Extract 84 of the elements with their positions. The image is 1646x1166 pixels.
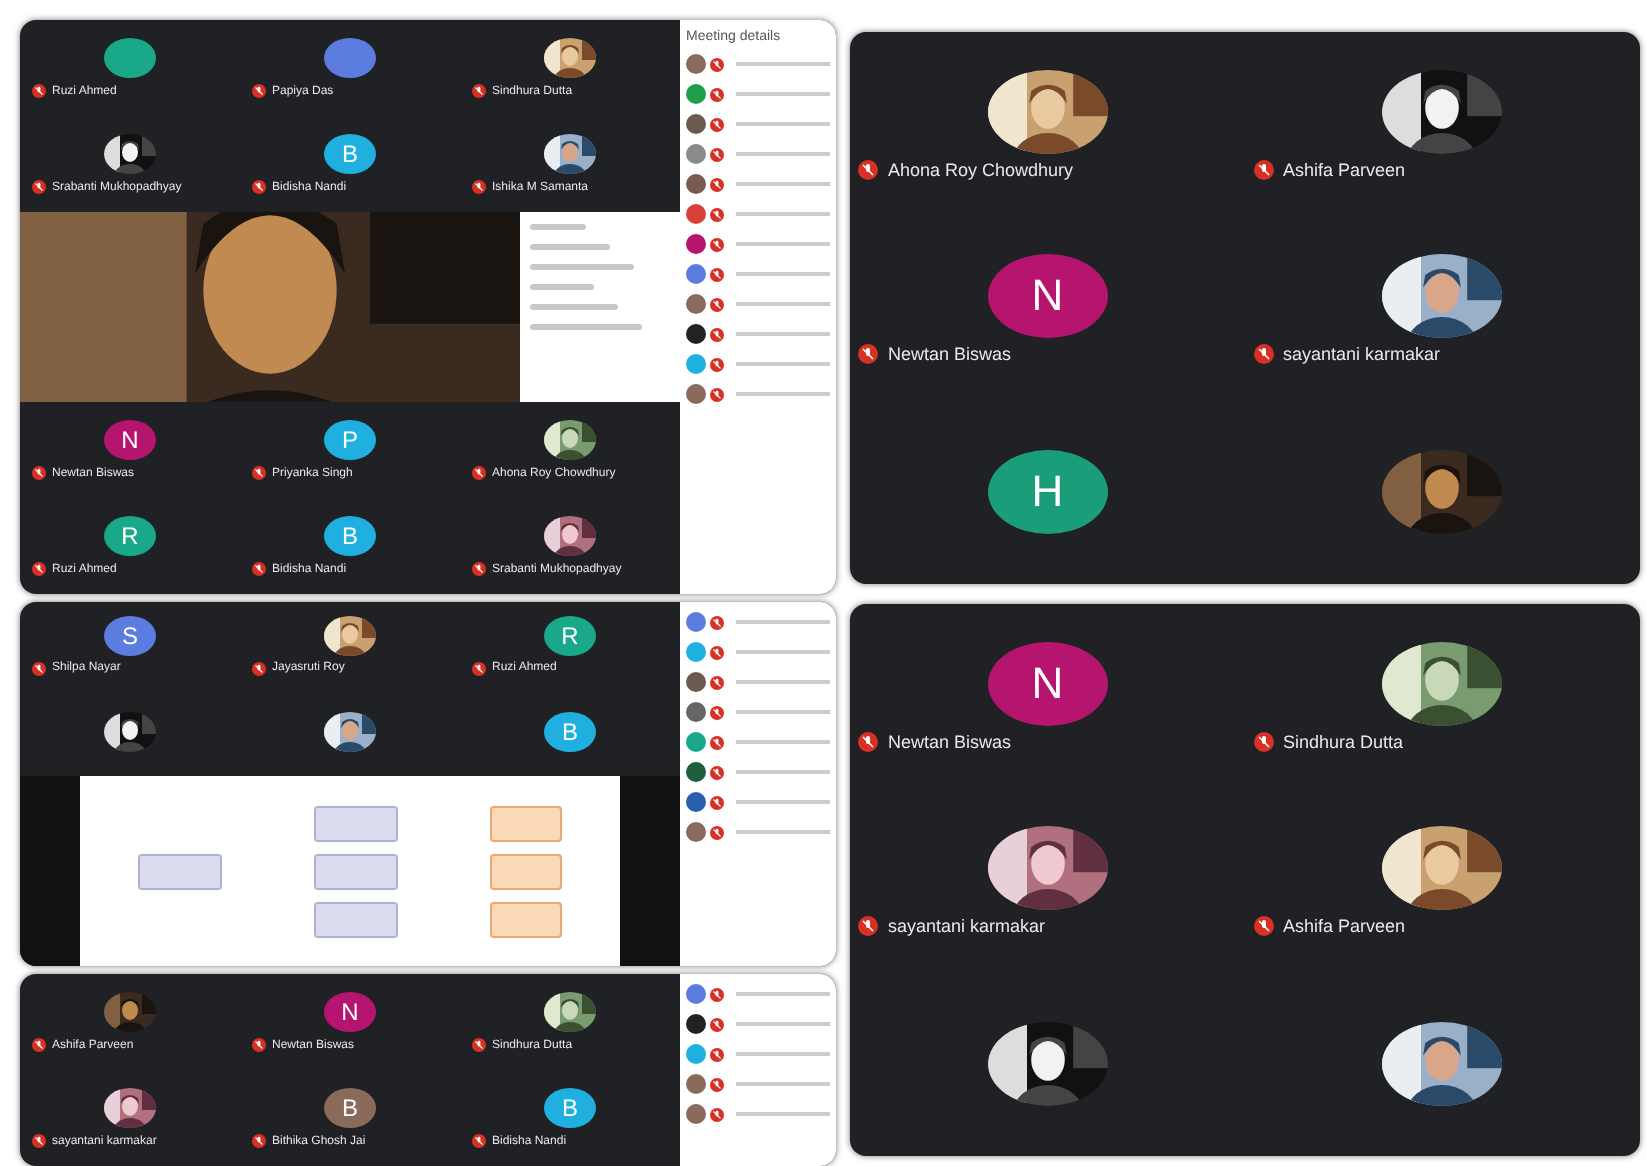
avatar: B xyxy=(324,134,376,174)
muted-mic-icon xyxy=(710,147,724,161)
participant-row[interactable] xyxy=(686,114,830,134)
muted-mic-icon xyxy=(252,661,266,676)
participant-name: Newtan Biswas xyxy=(888,731,1012,751)
avatar: R xyxy=(544,615,596,656)
avatar: R xyxy=(104,516,156,556)
participant-row[interactable] xyxy=(686,174,830,194)
participant-name: Newtan Biswas xyxy=(888,343,1012,363)
muted-mic-icon xyxy=(710,615,724,629)
muted-mic-icon xyxy=(710,297,724,311)
muted-mic-icon xyxy=(858,159,878,179)
muted-mic-icon xyxy=(252,562,266,576)
muted-mic-icon xyxy=(710,237,724,251)
muted-mic-icon xyxy=(472,466,486,480)
muted-mic-icon xyxy=(32,84,46,98)
muted-mic-icon xyxy=(472,1134,486,1148)
muted-mic-icon xyxy=(32,466,46,480)
participant-row[interactable] xyxy=(686,1014,830,1034)
participant-name: Ashifa Parveen xyxy=(1283,915,1406,935)
muted-mic-icon xyxy=(252,1038,266,1052)
avatar: N xyxy=(987,641,1108,725)
participant-row[interactable] xyxy=(686,762,830,782)
muted-mic-icon xyxy=(252,180,266,194)
muted-mic-icon xyxy=(252,84,266,98)
avatar: B xyxy=(324,1088,376,1128)
muted-mic-icon xyxy=(710,327,724,341)
muted-mic-icon xyxy=(710,357,724,371)
participant-name: Ashifa Parveen xyxy=(1283,159,1406,179)
muted-mic-icon xyxy=(710,177,724,191)
muted-mic-icon xyxy=(710,705,724,719)
avatar: N xyxy=(104,420,156,460)
muted-mic-icon xyxy=(1253,159,1273,179)
muted-mic-icon xyxy=(32,661,46,676)
muted-mic-icon xyxy=(1253,731,1273,751)
muted-mic-icon xyxy=(710,387,724,401)
muted-mic-icon xyxy=(32,562,46,576)
avatar: N xyxy=(324,992,376,1032)
avatar: B xyxy=(544,712,596,753)
muted-mic-icon xyxy=(472,180,486,194)
muted-mic-icon xyxy=(710,765,724,779)
muted-mic-icon xyxy=(472,661,486,676)
muted-mic-icon xyxy=(710,267,724,281)
muted-mic-icon xyxy=(252,1134,266,1148)
muted-mic-icon xyxy=(32,1038,46,1052)
muted-mic-icon xyxy=(710,1107,724,1121)
muted-mic-icon xyxy=(858,731,878,751)
avatar: S xyxy=(104,615,156,656)
muted-mic-icon xyxy=(710,1077,724,1091)
participant-row[interactable] xyxy=(686,672,830,692)
participant-name: Ahona Roy Chowdhury xyxy=(888,159,1074,179)
muted-mic-icon xyxy=(710,87,724,101)
muted-mic-icon xyxy=(1253,915,1273,935)
muted-mic-icon xyxy=(858,343,878,363)
muted-mic-icon xyxy=(472,1038,486,1052)
muted-mic-icon xyxy=(710,57,724,71)
participant-name: Sindhura Dutta xyxy=(1283,731,1404,751)
participant-name: sayantani karmakar xyxy=(1283,343,1441,363)
avatar: N xyxy=(987,253,1108,337)
participant-row[interactable] xyxy=(686,234,830,254)
muted-mic-icon xyxy=(710,207,724,221)
muted-mic-icon xyxy=(710,675,724,689)
avatar: P xyxy=(324,420,376,460)
avatar: B xyxy=(544,1088,596,1128)
muted-mic-icon xyxy=(252,466,266,480)
muted-mic-icon xyxy=(1253,343,1273,363)
muted-mic-icon xyxy=(710,987,724,1001)
muted-mic-icon xyxy=(710,1047,724,1061)
muted-mic-icon xyxy=(710,795,724,809)
muted-mic-icon xyxy=(32,1134,46,1148)
muted-mic-icon xyxy=(710,117,724,131)
muted-mic-icon xyxy=(710,735,724,749)
participant-name: sayantani karmakar xyxy=(888,915,1046,935)
participant-row[interactable] xyxy=(686,792,830,812)
muted-mic-icon xyxy=(710,825,724,839)
muted-mic-icon xyxy=(472,84,486,98)
avatar: H xyxy=(987,450,1108,534)
muted-mic-icon xyxy=(472,562,486,576)
muted-mic-icon xyxy=(858,915,878,935)
participant-row[interactable] xyxy=(686,324,830,344)
muted-mic-icon xyxy=(710,645,724,659)
muted-mic-icon xyxy=(32,180,46,194)
muted-mic-icon xyxy=(710,1017,724,1031)
avatar: B xyxy=(324,516,376,556)
